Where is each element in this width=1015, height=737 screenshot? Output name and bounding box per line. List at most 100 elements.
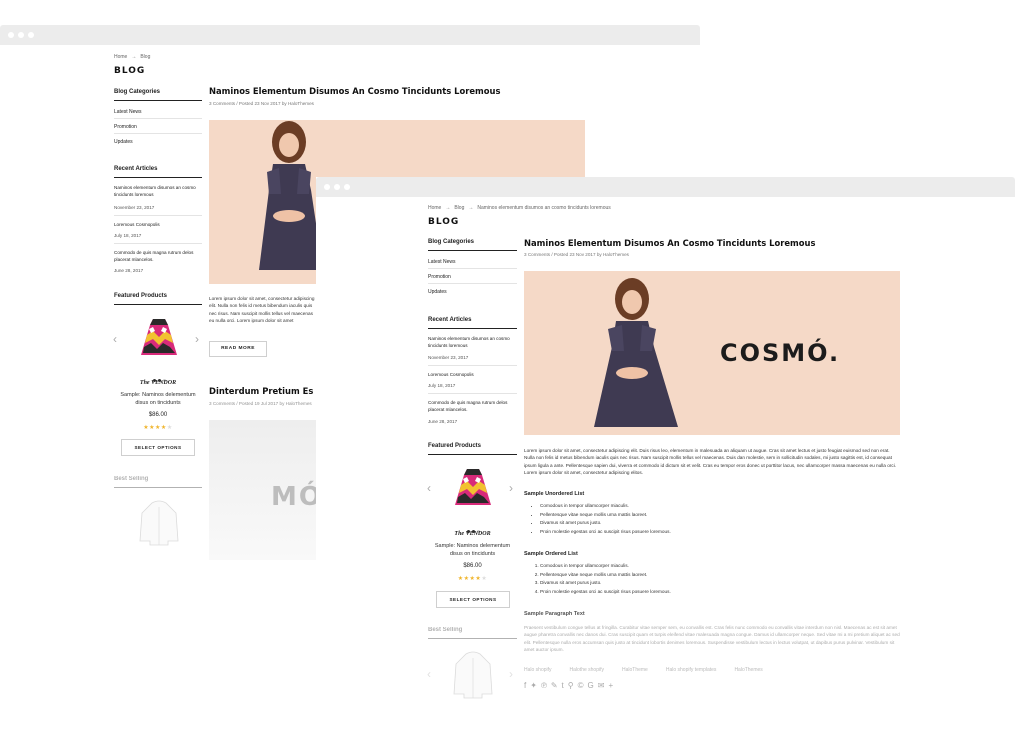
divider xyxy=(428,283,517,284)
sidebar-item-latest-news[interactable]: Latest News xyxy=(114,109,142,115)
product-rating: ★★★★★ xyxy=(143,425,173,431)
tag-link[interactable]: Halo shopify templates xyxy=(666,667,717,673)
recent-article-link[interactable]: Loremous Cosmopolis xyxy=(428,372,520,379)
sidebar-item-promotion[interactable]: Promotion xyxy=(428,274,451,280)
best-selling-heading: Best Selling xyxy=(428,627,463,633)
article-body: Lorem ipsum dolor sit amet, consectetur … xyxy=(524,448,897,475)
tag-link[interactable]: Halo shopify xyxy=(524,667,552,673)
post-excerpt: Lorem ipsum dolor sit amet, consectetur … xyxy=(209,296,315,323)
product-vendor[interactable]: The VENDOR xyxy=(428,531,517,537)
share-bar: f✦℗✎t⚲©G✉+ xyxy=(524,681,617,690)
sidebar-item-updates[interactable]: Updates xyxy=(114,139,133,145)
breadcrumb: Home → Blog xyxy=(114,54,154,60)
post-image-text: MÓ xyxy=(271,482,319,512)
select-options-button[interactable]: SELECT OPTIONS xyxy=(121,439,195,456)
article-comments-link[interactable]: 3 Comments xyxy=(524,252,550,257)
breadcrumb-blog[interactable]: Blog xyxy=(140,54,150,60)
article-featured-image: COSMÓ. xyxy=(524,271,900,435)
post-comments-link[interactable]: 3 Comments xyxy=(209,401,235,406)
carousel-next-icon[interactable]: › xyxy=(195,332,199,346)
product-vendor[interactable]: The VENDOR xyxy=(114,380,202,386)
carousel-prev-icon[interactable]: ‹ xyxy=(427,667,431,681)
list-item: Divamus sit amet purus justo. xyxy=(540,521,840,526)
product-jacket-image[interactable] xyxy=(138,499,180,547)
divider xyxy=(428,365,517,366)
post-title[interactable]: Dinterdum Pretium Es Lor xyxy=(209,386,331,396)
divider xyxy=(114,118,202,119)
ordered-list: Comodous in tempor ullamcorper miaculis.… xyxy=(540,563,840,599)
article-author: by HaloThemes xyxy=(596,252,629,257)
carousel-next-icon[interactable]: › xyxy=(509,481,513,495)
window-dot-icon xyxy=(344,184,350,190)
categories-heading: Blog Categories xyxy=(114,89,161,95)
product-dress-image[interactable] xyxy=(139,317,179,361)
tag-list: Halo shopify Halothe shopify HaloTheme Halo… xyxy=(524,667,781,673)
recent-article-link[interactable]: Naminos elementum disumos an cosmo tinci… xyxy=(114,185,204,198)
carousel-prev-icon[interactable]: ‹ xyxy=(427,481,431,495)
divider xyxy=(114,177,202,178)
list-item: Divamus sit amet purus justo. xyxy=(540,581,840,586)
product-name[interactable]: Sample: Naminos delementum disus on tinc… xyxy=(114,391,202,408)
breadcrumb-current: Naminos elementum disumos an cosmo tinci… xyxy=(477,205,611,211)
post-date: Posted 19 Jul 2017 xyxy=(238,401,279,406)
pinterest-icon[interactable]: ℗ xyxy=(541,681,551,690)
post-date: Posted 23 Nov 2017 xyxy=(238,101,281,106)
divider xyxy=(114,133,202,134)
divider xyxy=(428,393,517,394)
unordered-list-heading: Sample Unordered List xyxy=(524,491,585,497)
recent-article-link[interactable]: Loremous Cosmopolis xyxy=(114,222,204,229)
divider xyxy=(428,638,517,639)
window-dot-icon xyxy=(18,32,24,38)
recent-article-date: July 18, 2017 xyxy=(114,233,142,238)
product-name[interactable]: Sample: Naminos delementum disus on tinc… xyxy=(428,542,517,559)
select-options-button[interactable]: SELECT OPTIONS xyxy=(436,591,510,608)
window-dot-icon xyxy=(28,32,34,38)
paragraph-heading: Sample Paragraph Text xyxy=(524,611,585,617)
featured-products-heading: Featured Products xyxy=(114,293,168,299)
tag-link[interactable]: Halothe shopify xyxy=(570,667,604,673)
carousel-prev-icon[interactable]: ‹ xyxy=(113,332,117,346)
post-author: by HaloThemes xyxy=(279,401,312,406)
skype-icon[interactable]: © xyxy=(578,681,588,690)
product-jacket-image[interactable] xyxy=(452,650,494,700)
list-item: Proin molestie egestas orci ac suscipit … xyxy=(540,589,840,595)
product-dress-image[interactable] xyxy=(453,467,493,511)
carousel-next-icon[interactable]: › xyxy=(509,667,513,681)
pin-icon[interactable]: ⚲ xyxy=(568,681,578,690)
read-more-button[interactable]: READ MORE xyxy=(209,341,267,357)
breadcrumb-home[interactable]: Home xyxy=(114,54,127,60)
blogger-icon[interactable]: ✎ xyxy=(551,681,562,690)
recent-article-link[interactable]: Naminos elementum disumos an cosmo tinci… xyxy=(428,336,520,349)
divider xyxy=(114,304,202,305)
girl-figure-image xyxy=(594,278,678,427)
post-author: by HaloThemes xyxy=(281,101,314,106)
best-selling-heading: Best Selling xyxy=(114,476,149,482)
categories-heading: Blog Categories xyxy=(428,239,475,245)
twitter-icon[interactable]: ✦ xyxy=(530,681,541,690)
post-featured-image[interactable]: MÓ xyxy=(209,420,319,560)
recent-article-link[interactable]: Commodo de quis magna rutrum delos place… xyxy=(428,400,520,413)
recent-article-link[interactable]: Commodo de quis magna rutrum delos place… xyxy=(114,250,204,263)
post-comments-link[interactable]: 3 Comments xyxy=(209,101,235,106)
add-share-icon[interactable]: + xyxy=(608,681,617,690)
featured-products-heading: Featured Products xyxy=(428,443,482,449)
divider xyxy=(114,243,202,244)
window-dot-icon xyxy=(8,32,14,38)
recent-article-date: June 28, 2017 xyxy=(114,268,144,273)
post-meta: 3 Comments / Posted 19 Jul 2017 by HaloT… xyxy=(209,401,312,406)
post-title[interactable]: Naminos Elementum Disumos An Cosmo Tinci… xyxy=(209,86,500,96)
sidebar-item-latest-news[interactable]: Latest News xyxy=(428,259,456,265)
google-plus-icon[interactable]: G xyxy=(588,681,598,690)
recent-articles-heading: Recent Articles xyxy=(114,166,158,172)
recent-article-date: June 28, 2017 xyxy=(428,419,458,424)
email-icon[interactable]: ✉ xyxy=(598,681,609,690)
sidebar-item-updates[interactable]: Updates xyxy=(428,289,447,295)
page-title: BLOG xyxy=(114,66,146,76)
tag-link[interactable]: HaloTheme xyxy=(622,667,648,673)
sidebar-item-promotion[interactable]: Promotion xyxy=(114,124,137,130)
tag-link[interactable]: HaloThemes xyxy=(734,667,762,673)
product-price: $86.00 xyxy=(148,412,168,418)
breadcrumb-home[interactable]: Home xyxy=(428,205,441,211)
article-date: Posted 23 Nov 2017 xyxy=(553,252,596,257)
breadcrumb-blog[interactable]: Blog xyxy=(454,205,464,211)
